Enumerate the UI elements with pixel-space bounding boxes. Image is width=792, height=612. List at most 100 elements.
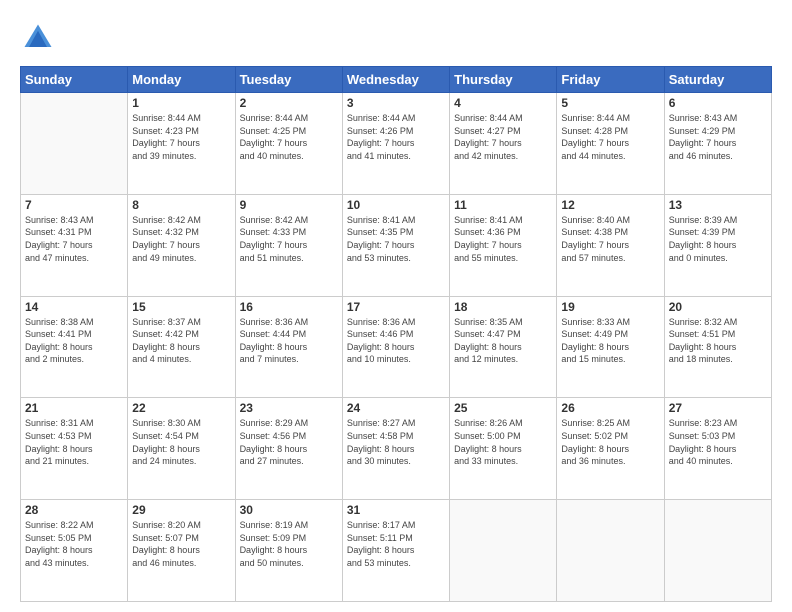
day-number: 12 (561, 198, 659, 212)
day-number: 26 (561, 401, 659, 415)
day-number: 14 (25, 300, 123, 314)
calendar-cell: 19 Sunrise: 8:33 AM Sunset: 4:49 PM Dayli… (557, 296, 664, 398)
calendar-cell: 22 Sunrise: 8:30 AM Sunset: 4:54 PM Dayli… (128, 398, 235, 500)
day-info: Sunrise: 8:25 AM Sunset: 5:02 PM Dayligh… (561, 417, 659, 467)
day-number: 8 (132, 198, 230, 212)
day-number: 19 (561, 300, 659, 314)
day-number: 5 (561, 96, 659, 110)
calendar-week-5: 28 Sunrise: 8:22 AM Sunset: 5:05 PM Dayli… (21, 500, 772, 602)
calendar-cell: 18 Sunrise: 8:35 AM Sunset: 4:47 PM Dayli… (450, 296, 557, 398)
day-info: Sunrise: 8:43 AM Sunset: 4:29 PM Dayligh… (669, 112, 767, 162)
day-header-sunday: Sunday (21, 67, 128, 93)
calendar-cell (557, 500, 664, 602)
day-info: Sunrise: 8:43 AM Sunset: 4:31 PM Dayligh… (25, 214, 123, 264)
day-info: Sunrise: 8:30 AM Sunset: 4:54 PM Dayligh… (132, 417, 230, 467)
day-number: 24 (347, 401, 445, 415)
calendar-cell: 1 Sunrise: 8:44 AM Sunset: 4:23 PM Daylig… (128, 93, 235, 195)
day-info: Sunrise: 8:40 AM Sunset: 4:38 PM Dayligh… (561, 214, 659, 264)
day-info: Sunrise: 8:17 AM Sunset: 5:11 PM Dayligh… (347, 519, 445, 569)
day-number: 13 (669, 198, 767, 212)
logo (20, 20, 60, 56)
logo-icon (20, 20, 56, 56)
day-number: 27 (669, 401, 767, 415)
day-number: 10 (347, 198, 445, 212)
calendar-cell: 17 Sunrise: 8:36 AM Sunset: 4:46 PM Dayli… (342, 296, 449, 398)
calendar-cell (664, 500, 771, 602)
calendar-week-1: 1 Sunrise: 8:44 AM Sunset: 4:23 PM Daylig… (21, 93, 772, 195)
day-number: 20 (669, 300, 767, 314)
day-info: Sunrise: 8:27 AM Sunset: 4:58 PM Dayligh… (347, 417, 445, 467)
page: SundayMondayTuesdayWednesdayThursdayFrid… (0, 0, 792, 612)
calendar-cell: 25Sunrise: 8:26 AM Sunset: 5:00 PM Dayli… (450, 398, 557, 500)
calendar-cell: 20Sunrise: 8:32 AM Sunset: 4:51 PM Dayli… (664, 296, 771, 398)
day-info: Sunrise: 8:22 AM Sunset: 5:05 PM Dayligh… (25, 519, 123, 569)
day-number: 2 (240, 96, 338, 110)
calendar-cell: 31 Sunrise: 8:17 AM Sunset: 5:11 PM Dayli… (342, 500, 449, 602)
calendar-header-row: SundayMondayTuesdayWednesdayThursdayFrid… (21, 67, 772, 93)
calendar-cell: 9 Sunrise: 8:42 AM Sunset: 4:33 PM Daylig… (235, 194, 342, 296)
calendar-cell: 5 Sunrise: 8:44 AM Sunset: 4:28 PM Daylig… (557, 93, 664, 195)
day-number: 11 (454, 198, 552, 212)
calendar-cell: 21 Sunrise: 8:31 AM Sunset: 4:53 PM Dayli… (21, 398, 128, 500)
calendar-cell: 16 Sunrise: 8:36 AM Sunset: 4:44 PM Dayli… (235, 296, 342, 398)
calendar-cell: 2 Sunrise: 8:44 AM Sunset: 4:25 PM Daylig… (235, 93, 342, 195)
day-number: 1 (132, 96, 230, 110)
day-info: Sunrise: 8:44 AM Sunset: 4:26 PM Dayligh… (347, 112, 445, 162)
day-number: 9 (240, 198, 338, 212)
day-info: Sunrise: 8:41 AM Sunset: 4:36 PM Dayligh… (454, 214, 552, 264)
calendar-cell: 6 Sunrise: 8:43 AM Sunset: 4:29 PM Daylig… (664, 93, 771, 195)
calendar-cell: 8 Sunrise: 8:42 AM Sunset: 4:32 PM Daylig… (128, 194, 235, 296)
header (20, 20, 772, 56)
day-info: Sunrise: 8:36 AM Sunset: 4:44 PM Dayligh… (240, 316, 338, 366)
day-info: Sunrise: 8:35 AM Sunset: 4:47 PM Dayligh… (454, 316, 552, 366)
day-number: 18 (454, 300, 552, 314)
day-info: Sunrise: 8:36 AM Sunset: 4:46 PM Dayligh… (347, 316, 445, 366)
day-header-monday: Monday (128, 67, 235, 93)
day-number: 7 (25, 198, 123, 212)
calendar-cell: 7 Sunrise: 8:43 AM Sunset: 4:31 PM Daylig… (21, 194, 128, 296)
day-info: Sunrise: 8:42 AM Sunset: 4:32 PM Dayligh… (132, 214, 230, 264)
day-info: Sunrise: 8:42 AM Sunset: 4:33 PM Dayligh… (240, 214, 338, 264)
calendar-cell: 11 Sunrise: 8:41 AM Sunset: 4:36 PM Dayli… (450, 194, 557, 296)
day-info: Sunrise: 8:20 AM Sunset: 5:07 PM Dayligh… (132, 519, 230, 569)
day-info: Sunrise: 8:23 AM Sunset: 5:03 PM Dayligh… (669, 417, 767, 467)
day-info: Sunrise: 8:44 AM Sunset: 4:28 PM Dayligh… (561, 112, 659, 162)
day-number: 23 (240, 401, 338, 415)
day-info: Sunrise: 8:38 AM Sunset: 4:41 PM Dayligh… (25, 316, 123, 366)
calendar-week-3: 14 Sunrise: 8:38 AM Sunset: 4:41 PM Dayli… (21, 296, 772, 398)
day-info: Sunrise: 8:26 AM Sunset: 5:00 PM Dayligh… (454, 417, 552, 467)
calendar-cell: 12 Sunrise: 8:40 AM Sunset: 4:38 PM Dayli… (557, 194, 664, 296)
day-number: 3 (347, 96, 445, 110)
calendar-cell (21, 93, 128, 195)
calendar-week-2: 7 Sunrise: 8:43 AM Sunset: 4:31 PM Daylig… (21, 194, 772, 296)
day-number: 16 (240, 300, 338, 314)
day-number: 31 (347, 503, 445, 517)
day-number: 17 (347, 300, 445, 314)
day-info: Sunrise: 8:39 AM Sunset: 4:39 PM Dayligh… (669, 214, 767, 264)
day-number: 4 (454, 96, 552, 110)
day-header-friday: Friday (557, 67, 664, 93)
calendar-cell: 13 Sunrise: 8:39 AM Sunset: 4:39 PM Dayli… (664, 194, 771, 296)
day-info: Sunrise: 8:44 AM Sunset: 4:25 PM Dayligh… (240, 112, 338, 162)
calendar-table: SundayMondayTuesdayWednesdayThursdayFrid… (20, 66, 772, 602)
day-info: Sunrise: 8:41 AM Sunset: 4:35 PM Dayligh… (347, 214, 445, 264)
calendar-cell: 29Sunrise: 8:20 AM Sunset: 5:07 PM Dayli… (128, 500, 235, 602)
day-info: Sunrise: 8:44 AM Sunset: 4:23 PM Dayligh… (132, 112, 230, 162)
day-number: 15 (132, 300, 230, 314)
calendar-cell: 28 Sunrise: 8:22 AM Sunset: 5:05 PM Dayli… (21, 500, 128, 602)
calendar-cell: 15Sunrise: 8:37 AM Sunset: 4:42 PM Dayli… (128, 296, 235, 398)
calendar-week-4: 21 Sunrise: 8:31 AM Sunset: 4:53 PM Dayli… (21, 398, 772, 500)
day-info: Sunrise: 8:44 AM Sunset: 4:27 PM Dayligh… (454, 112, 552, 162)
day-number: 30 (240, 503, 338, 517)
calendar-cell (450, 500, 557, 602)
day-info: Sunrise: 8:31 AM Sunset: 4:53 PM Dayligh… (25, 417, 123, 467)
calendar-cell: 30Sunrise: 8:19 AM Sunset: 5:09 PM Dayli… (235, 500, 342, 602)
day-number: 6 (669, 96, 767, 110)
day-number: 21 (25, 401, 123, 415)
day-number: 22 (132, 401, 230, 415)
calendar-cell: 14 Sunrise: 8:38 AM Sunset: 4:41 PM Dayli… (21, 296, 128, 398)
day-info: Sunrise: 8:33 AM Sunset: 4:49 PM Dayligh… (561, 316, 659, 366)
day-header-tuesday: Tuesday (235, 67, 342, 93)
day-number: 28 (25, 503, 123, 517)
calendar-cell: 27 Sunrise: 8:23 AM Sunset: 5:03 PM Dayli… (664, 398, 771, 500)
